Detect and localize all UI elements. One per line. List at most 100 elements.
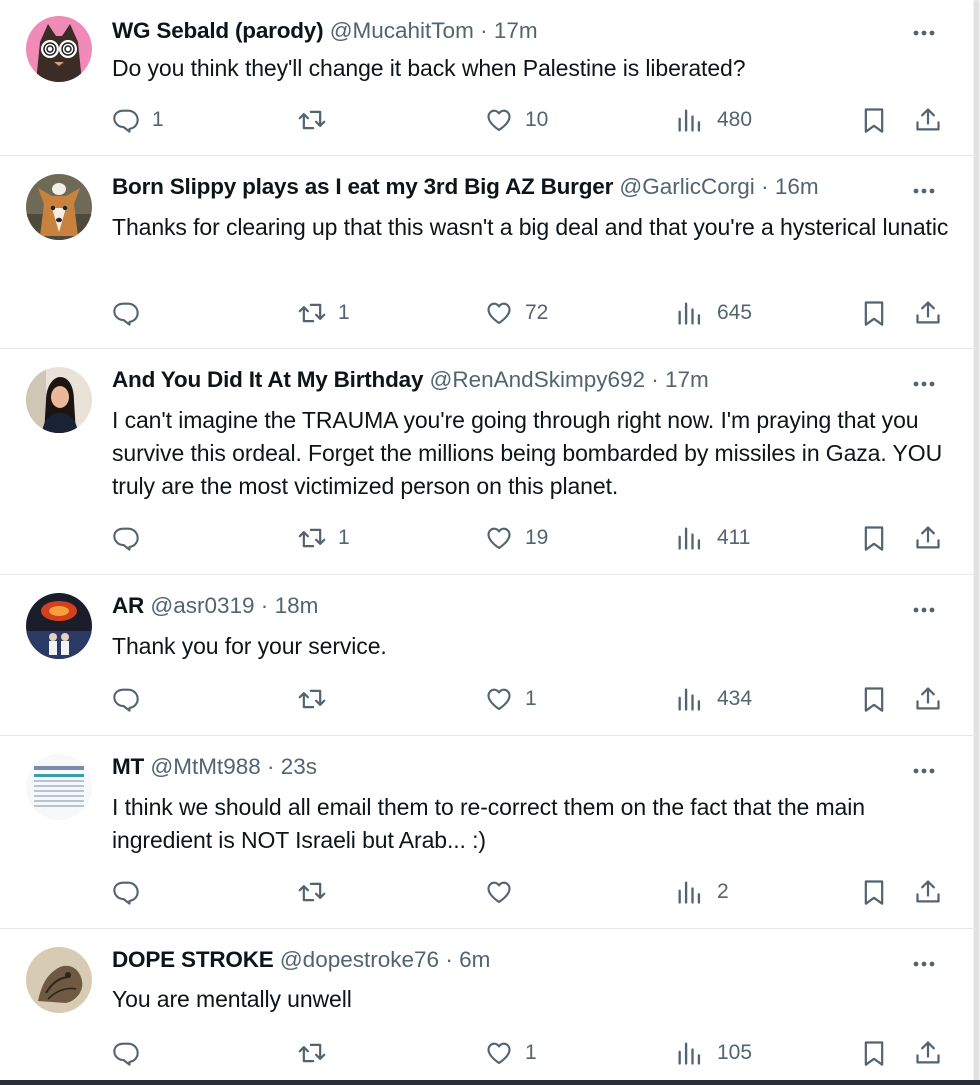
avatar[interactable] <box>26 16 92 82</box>
tweet[interactable]: DOPE STROKE @dopestroke76 · 6m You are m… <box>0 929 973 1080</box>
reply-button[interactable]: 1 <box>112 103 164 137</box>
views-icon <box>678 302 701 325</box>
bookmark-button[interactable] <box>860 682 888 716</box>
display-name[interactable]: MT <box>112 754 144 779</box>
retweet-icon <box>298 882 326 902</box>
tweet[interactable]: MT @MtMt988 · 23s I think we should all … <box>0 736 973 929</box>
share-icon <box>916 108 940 131</box>
tweet[interactable]: WG Sebald (parody) @MucahitTom · 17m Do … <box>0 0 973 156</box>
reply-icon <box>113 881 139 905</box>
timestamp[interactable]: 16m <box>775 174 819 199</box>
views-button[interactable]: 480 <box>675 103 752 137</box>
tweet-actions: 1 105 <box>112 1036 952 1070</box>
like-button[interactable]: 1 <box>485 1036 537 1070</box>
views-count: 105 <box>717 1041 753 1064</box>
reply-icon <box>113 1042 139 1066</box>
display-name[interactable]: AR <box>112 593 144 618</box>
retweet-count: 1 <box>338 301 350 324</box>
views-button[interactable]: 434 <box>675 682 752 716</box>
heart-icon <box>487 688 511 710</box>
share-icon <box>916 880 940 903</box>
bookmark-button[interactable] <box>860 296 888 330</box>
retweet-button[interactable] <box>298 875 338 909</box>
views-button[interactable]: 2 <box>675 875 729 909</box>
reply-button[interactable] <box>112 682 152 716</box>
share-button[interactable] <box>914 103 942 137</box>
more-icon[interactable] <box>909 18 939 48</box>
bookmark-button[interactable] <box>860 103 888 137</box>
bookmark-button[interactable] <box>860 521 888 555</box>
views-count: 645 <box>717 301 753 324</box>
like-count: 1 <box>525 1041 537 1064</box>
reply-button[interactable] <box>112 875 152 909</box>
display-name[interactable]: DOPE STROKE <box>112 947 274 972</box>
retweet-button[interactable] <box>298 103 338 137</box>
timestamp[interactable]: 18m <box>275 593 319 618</box>
share-icon <box>916 1041 940 1064</box>
share-button[interactable] <box>914 521 942 555</box>
like-button[interactable]: 19 <box>485 521 548 555</box>
scrollbar-thumb[interactable] <box>974 0 979 1085</box>
reply-icon <box>113 302 139 326</box>
retweet-icon <box>298 110 326 130</box>
user-handle[interactable]: @asr0319 <box>150 593 254 618</box>
avatar[interactable] <box>26 593 92 659</box>
display-name[interactable]: And You Did It At My Birthday <box>112 367 423 392</box>
more-icon[interactable] <box>909 756 939 786</box>
timestamp[interactable]: 17m <box>665 367 709 392</box>
views-button[interactable]: 645 <box>675 296 752 330</box>
views-button[interactable]: 105 <box>675 1036 752 1070</box>
reply-button[interactable] <box>112 1036 152 1070</box>
avatar[interactable] <box>26 367 92 433</box>
reply-button[interactable] <box>112 521 152 555</box>
retweet-button[interactable]: 1 <box>298 296 350 330</box>
like-button[interactable]: 1 <box>485 682 537 716</box>
user-handle[interactable]: @GarlicCorgi <box>619 174 754 199</box>
like-button[interactable]: 72 <box>485 296 548 330</box>
like-button[interactable] <box>485 875 525 909</box>
views-button[interactable]: 411 <box>675 521 750 555</box>
separator-dot: · <box>445 947 453 972</box>
avatar[interactable] <box>26 174 92 240</box>
avatar[interactable] <box>26 947 92 1013</box>
tweet-actions: 1 434 <box>112 682 952 716</box>
more-icon[interactable] <box>909 595 939 625</box>
more-icon[interactable] <box>909 176 939 206</box>
share-button[interactable] <box>914 1036 942 1070</box>
more-icon[interactable] <box>909 369 939 399</box>
views-icon <box>678 527 701 550</box>
tweet[interactable]: Born Slippy plays as I eat my 3rd Big AZ… <box>0 156 973 349</box>
views-count: 480 <box>717 108 753 131</box>
retweet-button[interactable] <box>298 682 338 716</box>
timestamp[interactable]: 17m <box>494 18 538 43</box>
tweet[interactable]: And You Did It At My Birthday @RenAndSki… <box>0 349 973 575</box>
bookmark-button[interactable] <box>860 1036 888 1070</box>
user-handle[interactable]: @MucahitTom <box>330 18 474 43</box>
timestamp[interactable]: 6m <box>459 947 490 972</box>
bookmark-button[interactable] <box>860 875 888 909</box>
cat-avatar-image <box>26 16 92 82</box>
tweet-text: I can't imagine the TRAUMA you're going … <box>112 407 943 499</box>
more-icon[interactable] <box>909 949 939 979</box>
views-count: 434 <box>717 687 753 710</box>
reply-button[interactable] <box>112 296 152 330</box>
heart-icon <box>487 1042 511 1064</box>
share-button[interactable] <box>914 296 942 330</box>
retweet-button[interactable] <box>298 1036 338 1070</box>
retweet-button[interactable]: 1 <box>298 521 350 555</box>
timestamp[interactable]: 23s <box>281 754 317 779</box>
avatar[interactable] <box>26 754 92 820</box>
user-handle[interactable]: @MtMt988 <box>150 754 260 779</box>
bookmark-icon <box>864 301 884 326</box>
like-button[interactable]: 10 <box>485 103 548 137</box>
tweet[interactable]: AR @asr0319 · 18m Thank you for your ser… <box>0 575 973 736</box>
display-name[interactable]: Born Slippy plays as I eat my 3rd Big AZ… <box>112 174 613 199</box>
share-button[interactable] <box>914 875 942 909</box>
scrollbar[interactable] <box>973 0 980 1085</box>
share-button[interactable] <box>914 682 942 716</box>
display-name[interactable]: WG Sebald (parody) <box>112 18 324 43</box>
share-icon <box>916 526 940 549</box>
user-handle[interactable]: @RenAndSkimpy692 <box>430 367 645 392</box>
user-handle[interactable]: @dopestroke76 <box>280 947 439 972</box>
like-count: 72 <box>525 301 549 324</box>
